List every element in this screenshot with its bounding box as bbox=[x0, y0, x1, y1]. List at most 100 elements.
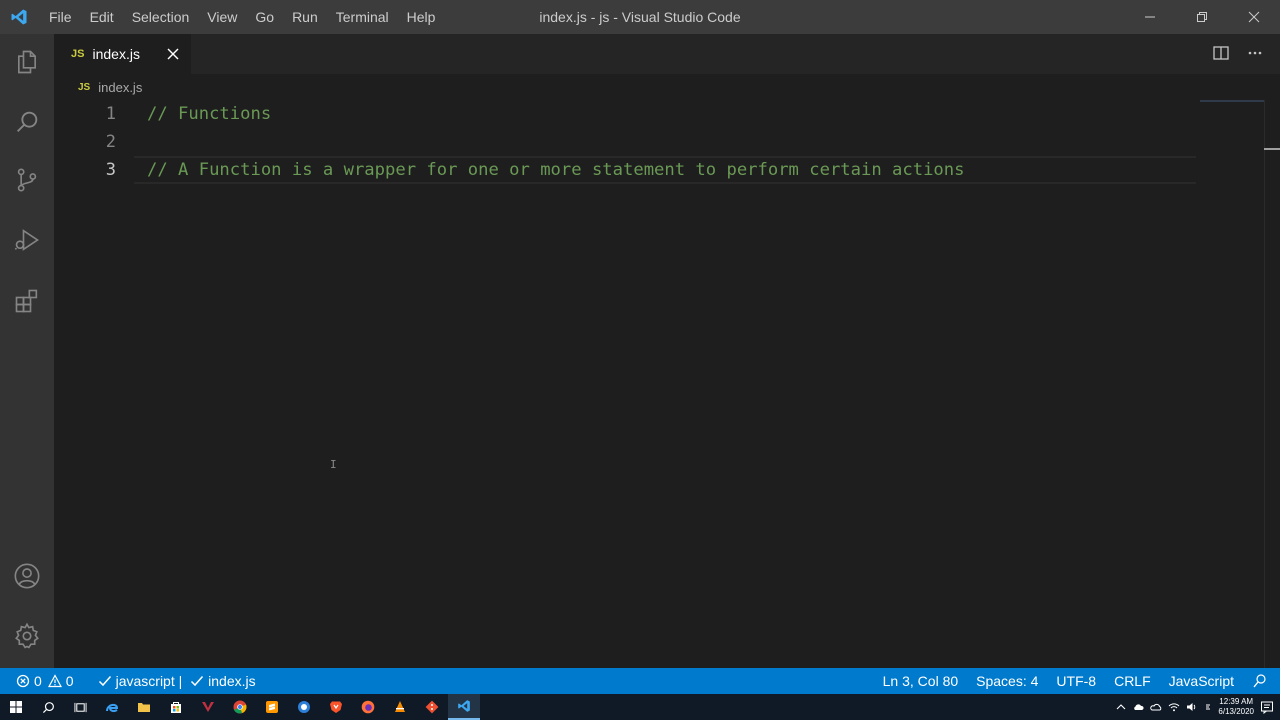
vertical-scrollbar[interactable] bbox=[1264, 100, 1280, 668]
restore-button[interactable] bbox=[1176, 0, 1228, 34]
app-icon bbox=[202, 702, 214, 712]
ime-icon[interactable] bbox=[1204, 702, 1212, 712]
taskbar-app-sublime[interactable] bbox=[256, 694, 288, 720]
tab-label: index.js bbox=[92, 46, 140, 62]
taskbar-app-generic[interactable] bbox=[288, 694, 320, 720]
explorer-icon[interactable] bbox=[0, 35, 54, 89]
taskbar-app-game[interactable] bbox=[192, 694, 224, 720]
taskbar-app-git[interactable] bbox=[416, 694, 448, 720]
menu-go[interactable]: Go bbox=[246, 0, 283, 34]
feedback-icon bbox=[1253, 674, 1266, 688]
line-number: 3 bbox=[105, 160, 116, 180]
language-mode[interactable]: JavaScript bbox=[1160, 668, 1243, 694]
breadcrumb-file[interactable]: index.js bbox=[98, 80, 142, 95]
menu-bar: File Edit Selection View Go Run Terminal… bbox=[40, 0, 444, 34]
menu-file[interactable]: File bbox=[40, 0, 81, 34]
close-icon bbox=[1248, 11, 1260, 23]
line-number: 2 bbox=[105, 132, 116, 152]
menu-terminal[interactable]: Terminal bbox=[327, 0, 398, 34]
close-window-button[interactable] bbox=[1228, 0, 1280, 34]
cursor-position[interactable]: Ln 3, Col 80 bbox=[874, 668, 968, 694]
status-bar-right: Ln 3, Col 80 Spaces: 4 UTF-8 CRLF JavaSc… bbox=[874, 668, 1280, 694]
menu-help[interactable]: Help bbox=[398, 0, 445, 34]
restore-icon bbox=[1197, 12, 1207, 22]
warning-icon bbox=[47, 674, 62, 688]
chevron-up-icon[interactable] bbox=[1116, 702, 1126, 712]
taskbar-clock[interactable]: 12:39 AM 6/13/2020 bbox=[1218, 697, 1254, 717]
close-icon bbox=[167, 48, 179, 60]
taskbar-app-brave[interactable] bbox=[320, 694, 352, 720]
check-icon bbox=[191, 676, 204, 687]
lint-language: javascript | bbox=[115, 673, 187, 689]
taskbar-search-button[interactable] bbox=[32, 694, 64, 720]
code-line[interactable]: // A Function is a wrapper for one or mo… bbox=[147, 156, 964, 184]
status-bar: 0 0 javascript | index.js Ln 3, Col 80 S… bbox=[0, 668, 1280, 694]
taskbar-app-edge[interactable] bbox=[96, 694, 128, 720]
sublime-icon bbox=[266, 701, 278, 713]
activity-bar bbox=[0, 34, 54, 668]
git-icon bbox=[425, 700, 439, 714]
menu-view[interactable]: View bbox=[198, 0, 246, 34]
chrome-icon bbox=[233, 700, 247, 714]
onedrive-icon[interactable] bbox=[1150, 702, 1162, 712]
indentation[interactable]: Spaces: 4 bbox=[967, 668, 1047, 694]
clock-date: 6/13/2020 bbox=[1218, 707, 1254, 716]
minimize-icon bbox=[1145, 16, 1155, 18]
vscode-logo-icon[interactable] bbox=[0, 0, 38, 34]
menu-run[interactable]: Run bbox=[283, 0, 327, 34]
menu-edit[interactable]: Edit bbox=[81, 0, 123, 34]
windows-taskbar: 12:39 AM 6/13/2020 bbox=[0, 694, 1280, 720]
start-button[interactable] bbox=[0, 694, 32, 720]
check-icon bbox=[98, 676, 111, 687]
manage-gear-icon[interactable] bbox=[0, 609, 54, 663]
editor-tabs-bar: JS index.js bbox=[54, 34, 1280, 74]
clock-time: 12:39 AM bbox=[1219, 697, 1254, 706]
breadcrumb: JS index.js bbox=[54, 74, 1280, 100]
tab-index-js[interactable]: JS index.js bbox=[54, 34, 191, 74]
extensions-icon[interactable] bbox=[0, 274, 54, 328]
brave-icon bbox=[330, 701, 342, 713]
js-file-icon: JS bbox=[71, 48, 85, 60]
vscode-icon bbox=[458, 700, 470, 712]
source-control-icon[interactable] bbox=[0, 153, 54, 207]
cloud-icon[interactable] bbox=[1132, 702, 1144, 712]
editor-actions bbox=[1212, 44, 1264, 62]
task-view-button[interactable] bbox=[64, 694, 96, 720]
minimap[interactable] bbox=[1200, 100, 1264, 102]
taskbar-app-chrome[interactable] bbox=[224, 694, 256, 720]
folder-icon bbox=[138, 703, 150, 712]
js-file-icon: JS bbox=[78, 81, 91, 93]
code-line[interactable]: // Functions bbox=[147, 100, 271, 128]
end-of-line[interactable]: CRLF bbox=[1105, 668, 1160, 694]
taskbar-app-vscode[interactable] bbox=[448, 694, 480, 720]
search-icon bbox=[42, 701, 54, 713]
code-editor[interactable]: 1 2 3 // Functions // A Function is a wr… bbox=[54, 100, 1280, 668]
encoding[interactable]: UTF-8 bbox=[1047, 668, 1105, 694]
error-count: 0 bbox=[34, 673, 42, 689]
eslint-status[interactable]: javascript | index.js bbox=[89, 668, 265, 694]
edge-icon bbox=[106, 703, 119, 713]
problems-status[interactable]: 0 0 bbox=[0, 668, 83, 694]
taskbar-app-file-explorer[interactable] bbox=[128, 694, 160, 720]
taskbar-app-firefox[interactable] bbox=[352, 694, 384, 720]
minimize-button[interactable] bbox=[1124, 0, 1176, 34]
wifi-icon[interactable] bbox=[1168, 702, 1180, 712]
line-number: 1 bbox=[105, 104, 116, 124]
search-icon[interactable] bbox=[0, 95, 54, 149]
system-tray: 12:39 AM 6/13/2020 bbox=[1116, 694, 1280, 720]
accounts-icon[interactable] bbox=[0, 549, 54, 603]
scrollbar-cursor-marker bbox=[1264, 148, 1280, 150]
tab-close-button[interactable] bbox=[164, 45, 182, 63]
split-editor-icon[interactable] bbox=[1212, 44, 1230, 62]
mouse-ibeam-cursor: I bbox=[330, 458, 337, 471]
taskbar-app-vlc[interactable] bbox=[384, 694, 416, 720]
windows-logo-icon bbox=[10, 701, 22, 713]
menu-selection[interactable]: Selection bbox=[123, 0, 199, 34]
taskbar-app-store[interactable] bbox=[160, 694, 192, 720]
more-actions-icon[interactable] bbox=[1246, 44, 1264, 62]
store-icon bbox=[171, 702, 181, 713]
notifications-icon[interactable] bbox=[1260, 700, 1274, 714]
run-debug-icon[interactable] bbox=[0, 213, 54, 267]
volume-icon[interactable] bbox=[1186, 702, 1198, 712]
feedback-button[interactable] bbox=[1243, 668, 1280, 694]
